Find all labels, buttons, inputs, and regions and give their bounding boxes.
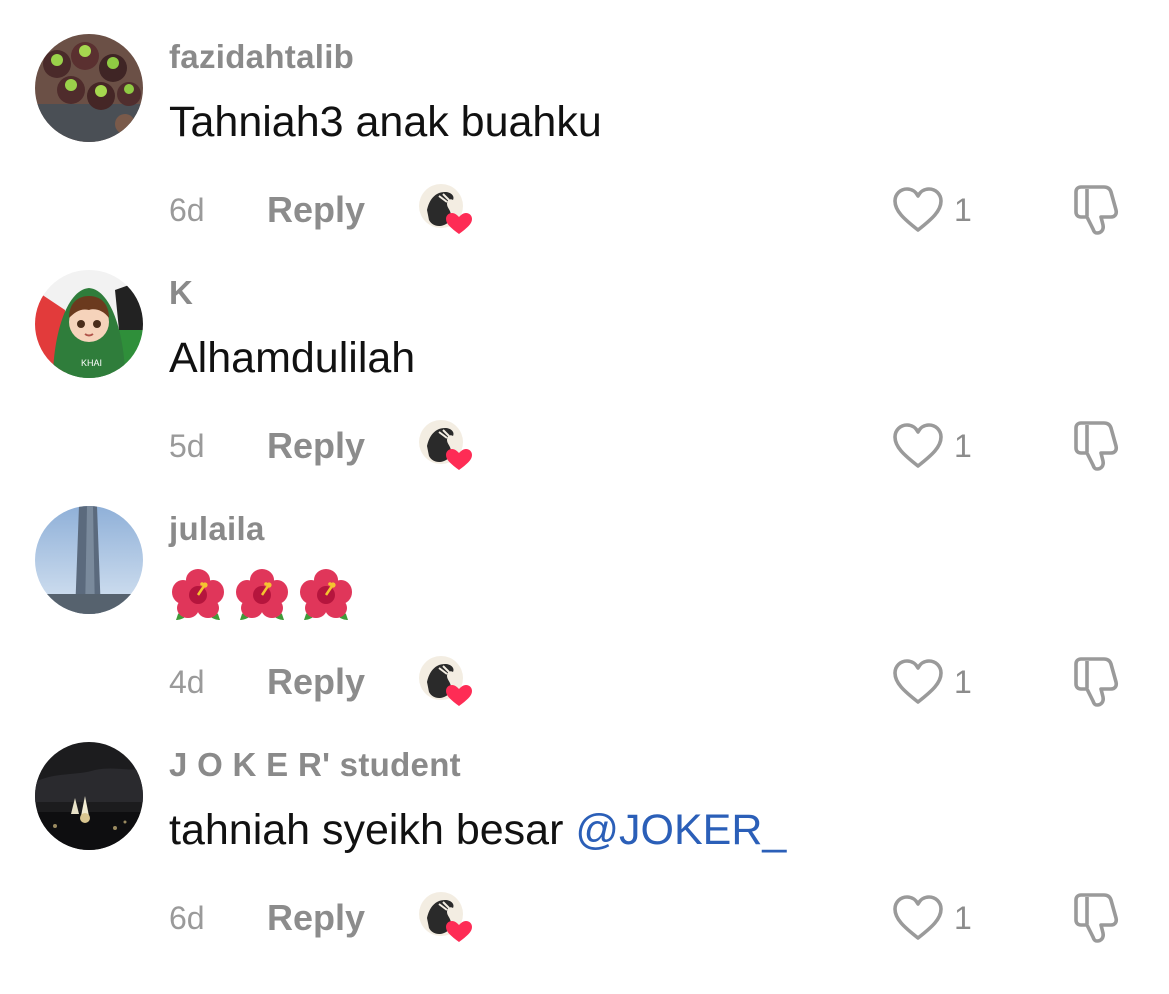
comment-time: 6d xyxy=(169,191,205,228)
emoji-text xyxy=(168,566,356,626)
heart-outline-icon xyxy=(892,422,944,470)
comment-username[interactable]: julaila xyxy=(169,510,265,548)
tower-avatar-image xyxy=(35,506,143,614)
mangosteen-avatar-image xyxy=(35,34,143,142)
hibiscus-emoji xyxy=(232,566,292,626)
heart-outline-icon xyxy=(892,186,944,234)
reply-button[interactable]: Reply xyxy=(267,897,417,939)
like-count: 1 xyxy=(954,663,972,700)
dislike-button[interactable] xyxy=(1070,418,1124,472)
reply-button[interactable]: Reply xyxy=(267,189,417,231)
thumbs-down-icon xyxy=(1070,418,1124,472)
thumbs-down-icon xyxy=(1070,890,1124,944)
night-city-avatar-image xyxy=(35,742,143,850)
comment-time: 4d xyxy=(169,663,205,700)
comment-time: 5d xyxy=(169,427,205,464)
mention-link[interactable]: @JOKER_ xyxy=(575,806,786,854)
comment-time: 6d xyxy=(169,899,205,936)
like-button[interactable]: 1 xyxy=(892,892,972,944)
dislike-button[interactable] xyxy=(1070,654,1124,708)
thumbs-down-icon xyxy=(1070,654,1124,708)
comment-item: fazidahtalib Tahniah3 anak buahku 6d Rep… xyxy=(0,0,1169,236)
creator-liked-badge xyxy=(417,418,473,474)
like-count: 1 xyxy=(954,899,972,936)
comment-item: KHAI K Alhamdulilah 5d Reply 1 xyxy=(0,236,1169,472)
cartoon-boy-avatar-image: KHAI xyxy=(35,270,143,378)
creator-liked-badge xyxy=(417,890,473,946)
creator-liked-badge xyxy=(417,654,473,710)
comment-username[interactable]: J O K E R' student xyxy=(169,746,461,784)
comment-meta: 4d Reply xyxy=(169,656,473,708)
comment-username[interactable]: fazidahtalib xyxy=(169,38,354,76)
comment-text: Alhamdulilah xyxy=(169,334,416,382)
avatar[interactable] xyxy=(35,34,143,142)
avatar[interactable]: KHAI xyxy=(35,270,143,378)
hibiscus-emoji xyxy=(296,566,356,626)
like-count: 1 xyxy=(954,427,972,464)
creator-liked-badge xyxy=(417,182,473,238)
like-button[interactable]: 1 xyxy=(892,420,972,472)
dislike-button[interactable] xyxy=(1070,182,1124,236)
heart-outline-icon xyxy=(892,894,944,942)
hibiscus-emoji xyxy=(168,566,228,626)
comment-meta: 6d Reply xyxy=(169,184,473,236)
comment-username[interactable]: K xyxy=(169,274,193,312)
like-button[interactable]: 1 xyxy=(892,656,972,708)
thumbs-down-icon xyxy=(1070,182,1124,236)
reply-button[interactable]: Reply xyxy=(267,425,417,467)
comment-meta: 5d Reply xyxy=(169,420,473,472)
like-button[interactable]: 1 xyxy=(892,184,972,236)
avatar[interactable] xyxy=(35,506,143,614)
comment-item: julaila 4d Reply 1 xyxy=(0,472,1169,708)
comment-text: tahniah syeikh besar @JOKER_ xyxy=(169,806,787,854)
comment-text: Tahniah3 anak buahku xyxy=(169,98,602,146)
comment-item: J O K E R' student tahniah syeikh besar … xyxy=(0,708,1169,944)
svg-text:KHAI: KHAI xyxy=(81,358,102,368)
avatar[interactable] xyxy=(35,742,143,850)
heart-outline-icon xyxy=(892,658,944,706)
dislike-button[interactable] xyxy=(1070,890,1124,944)
like-count: 1 xyxy=(954,191,972,228)
reply-button[interactable]: Reply xyxy=(267,661,417,703)
comment-meta: 6d Reply xyxy=(169,892,473,944)
